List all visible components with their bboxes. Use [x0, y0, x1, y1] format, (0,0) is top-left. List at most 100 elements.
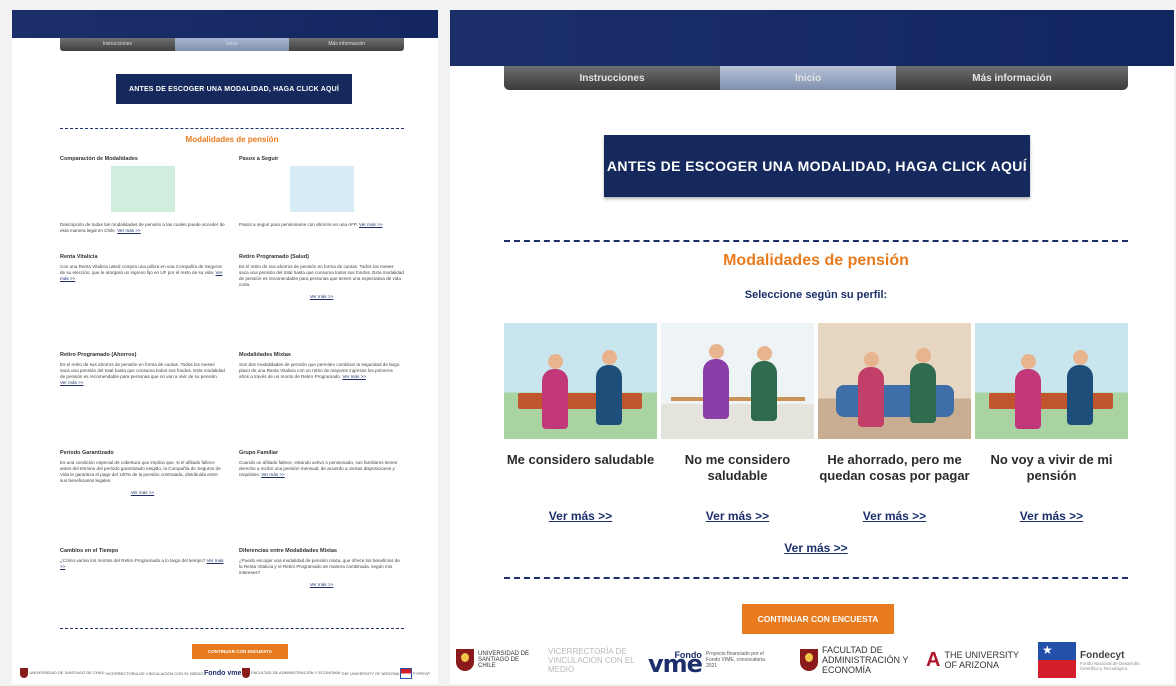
card-retiro-ahorros: Retiro Programado (Ahorros) Es el retiro… — [60, 352, 225, 450]
left-continue-button[interactable]: CONTINUAR CON ENCUESTA — [192, 644, 288, 659]
ver-mas-link[interactable]: Ver más >> — [975, 509, 1128, 523]
left-page-preview: Instrucciones Inicio Más información ANT… — [12, 10, 438, 684]
ver-mas-link[interactable]: Ver más >> — [261, 472, 285, 477]
profile-no-vivir[interactable]: No voy a vivir de mi pensión Ver más >> — [975, 323, 1128, 523]
nav-inicio[interactable]: Inicio — [720, 66, 896, 90]
card-description: Es el retiro de sus ahorros de pensión e… — [239, 264, 404, 287]
section-subtitle: Seleccione según su perfil: — [744, 289, 888, 301]
fae-shield-icon — [242, 668, 251, 678]
card-title: Renta Vitalicia — [60, 254, 98, 260]
left-nav-inicio[interactable]: Inicio — [174, 38, 290, 51]
left-cards-grid: Comparación de Modalidades Descripción d… — [60, 156, 404, 646]
bench-shape — [989, 393, 1113, 409]
left-footer-logos: UNIVERSIDAD DE SANTIAGO DE CHILE VICERRE… — [12, 662, 438, 684]
ver-mas-link[interactable]: Ver más >> — [239, 582, 404, 587]
continue-survey-button[interactable]: CONTINUAR CON ENCUESTA — [742, 604, 894, 634]
card-description: Cuando un afiliado fallece, estando acti… — [239, 460, 398, 477]
left-separator-bottom — [60, 628, 404, 629]
sofa-shape — [836, 385, 954, 417]
card-retiro-salud: Retiro Programado (Salud) Es el retiro d… — [239, 254, 404, 352]
card-description: Es el retiro de sus ahorros de pensión e… — [60, 362, 225, 385]
profile-ahorrado[interactable]: He ahorrado, pero me quedan cosas por pa… — [818, 323, 971, 523]
fondo-vme-mark: Fondo vme — [648, 650, 703, 678]
vime-logo-small: VICERRECTORÍA DE VINCULACIÓN CON EL MEDI… — [105, 670, 204, 676]
chile-flag-icon — [1038, 642, 1076, 678]
card-description: Es una condición especial de cobertura q… — [60, 460, 221, 483]
man-figure — [910, 348, 936, 423]
card-diferencias-mixtas: Diferencias entre Modalidades Mixtas ¿Pu… — [239, 548, 404, 646]
arizona-logo: A THE UNIVERSITY OF ARIZONA — [926, 649, 1038, 672]
card-title: Comparación de Modalidades — [60, 156, 138, 162]
card-description: Descripción de todas las modalidades de … — [60, 222, 225, 233]
ver-mas-link[interactable]: Ver más >> — [60, 490, 225, 495]
left-nav-bar: Instrucciones Inicio Más información — [60, 38, 404, 51]
vme-text: vme — [648, 650, 703, 678]
card-title: Pasos a Seguir — [239, 156, 279, 162]
ver-mas-link[interactable]: Ver más >> — [359, 222, 383, 227]
arizona-a-icon: A — [926, 648, 941, 671]
profile-label: No me considero saludable — [684, 452, 791, 483]
card-title: Modalidades Mixtas — [239, 352, 291, 358]
ver-mas-link[interactable]: Ver más >> — [239, 294, 404, 299]
profile-label: Me considero saludable — [506, 452, 655, 467]
man-figure — [1067, 350, 1093, 425]
fondo-note: Proyecto financiado por el Fondo VIME, c… — [705, 651, 765, 669]
card-description: ¿Puedo escoger una modalidad de pensión … — [239, 558, 400, 575]
left-nav-mas-informacion[interactable]: Más información — [289, 38, 404, 51]
city-bench-illustration — [975, 323, 1128, 439]
usach-logo: UNIVERSIDAD DE SANTIAGO DE CHILE — [456, 649, 548, 671]
card-title: Retiro Programado (Ahorros) — [60, 352, 137, 358]
card-description: ¿Cómo varían los montos del Retiro Progr… — [60, 558, 224, 569]
right-header-bar — [450, 10, 1174, 66]
left-nav-instrucciones[interactable]: Instrucciones — [60, 38, 175, 51]
left-separator-top — [60, 128, 404, 129]
cta-button[interactable]: ANTES DE ESCOGER UNA MODALIDAD, HAGA CLI… — [604, 135, 1030, 197]
ver-mas-link[interactable]: Ver más >> — [504, 509, 657, 523]
usach-logo-small: UNIVERSIDAD DE SANTIAGO DE CHILE — [20, 668, 105, 678]
general-ver-mas-link[interactable]: Ver más >> — [504, 541, 1128, 555]
right-page-preview: Instrucciones Inicio Más información ANT… — [450, 10, 1174, 684]
profile-grid: Me considero saludable Ver más >> No me … — [504, 323, 1128, 523]
desk-shape — [671, 397, 805, 401]
chile-flag-icon — [400, 667, 412, 679]
usach-shield-icon — [456, 649, 474, 671]
ver-mas-link[interactable]: Ver más >> — [342, 374, 366, 379]
profile-saludable[interactable]: Me considero saludable Ver más >> — [504, 323, 657, 523]
fondecyt-text: Fondecyt — [1080, 649, 1125, 661]
separator-top — [504, 240, 1128, 242]
ver-mas-link[interactable]: Ver más >> — [60, 380, 84, 385]
card-cambios-tiempo: Cambios en el Tiempo ¿Cómo varían los mo… — [60, 548, 225, 646]
left-cta-button[interactable]: ANTES DE ESCOGER UNA MODALIDAD, HAGA CLI… — [116, 74, 352, 104]
card-comparacion: Comparación de Modalidades Descripción d… — [60, 156, 225, 254]
section-title: Modalidades de pensión — [723, 252, 909, 269]
separator-bottom — [504, 577, 1128, 579]
fondecyt-text-group: Fondecyt Fondo Nacional de Desarrollo Ci… — [1080, 650, 1150, 671]
ver-mas-link[interactable]: Ver más >> — [818, 509, 971, 523]
park-bench-illustration — [504, 323, 657, 439]
ver-mas-link[interactable]: Ver más >> — [661, 509, 814, 523]
fondo-vme-logo: Fondo vme Proyecto financiado por el Fon… — [648, 650, 800, 678]
man-figure — [751, 346, 777, 421]
ver-mas-link[interactable]: Ver más >> — [117, 228, 141, 233]
fae-logo: FACULTAD DE ADMINISTRACIÓN Y ECONOMÍA — [800, 645, 926, 675]
nav-instrucciones[interactable]: Instrucciones — [504, 66, 720, 90]
card-pasos: Pasos a Seguir Pasos a seguir para pensi… — [239, 156, 404, 254]
woman-figure — [542, 354, 568, 429]
card-description: Son dos modalidades de pensión que permi… — [239, 362, 400, 379]
man-figure — [596, 350, 622, 425]
card-renta-vitalicia: Renta Vitalicia Con una Renta Vitalicia … — [60, 254, 225, 352]
fondecyt-subtext: Fondo Nacional de Desarrollo Científico … — [1080, 660, 1140, 671]
profile-no-saludable[interactable]: No me considero saludable Ver más >> — [661, 323, 814, 523]
ua-logo-small: THE UNIVERSITY OF ARIZONA — [340, 670, 400, 676]
footer-logos: UNIVERSIDAD DE SANTIAGO DE CHILE VICERRE… — [450, 636, 1174, 684]
steps-illustration — [289, 166, 354, 212]
card-description: Con una Renta Vitalicia usted compra una… — [60, 264, 223, 281]
left-header-bar — [12, 10, 438, 38]
card-title: Período Garantizado — [60, 450, 114, 456]
card-periodo-garantizado: Período Garantizado Es una condición esp… — [60, 450, 225, 548]
left-section-title: Modalidades de pensión — [185, 135, 279, 144]
card-title: Retiro Programado (Salud) — [239, 254, 309, 260]
woman-figure — [703, 344, 729, 419]
nav-mas-informacion[interactable]: Más información — [896, 66, 1128, 90]
fae-logo-small: FACULTAD DE ADMINISTRACIÓN Y ECONOMÍA — [242, 668, 340, 678]
